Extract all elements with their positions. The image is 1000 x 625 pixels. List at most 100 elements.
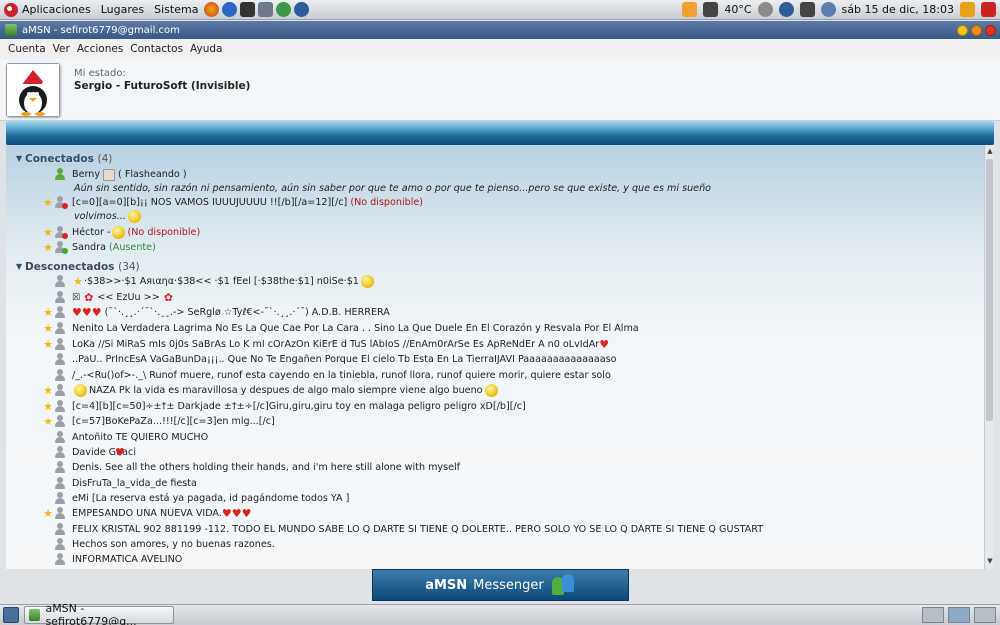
box-icon: ☒ <box>72 292 81 303</box>
decorative-blue-bar <box>6 121 994 145</box>
contact-row[interactable]: Hechos son amores, y no buenas razones. <box>54 537 275 552</box>
network-signal-icon[interactable] <box>799 2 815 17</box>
menu-acciones[interactable]: Acciones <box>77 43 123 55</box>
messenger-launcher-icon[interactable] <box>276 2 292 17</box>
smiley-icon <box>484 384 498 397</box>
contact-row[interactable]: ★ EMPESANDO UNA NUEVA VIDA. ♥♥♥ <box>42 506 251 521</box>
penguin-santa-icon <box>7 64 59 116</box>
contact-row[interactable]: ★ [c=57]BoKePaZa...!!![/c][c=3]en mlg...… <box>42 414 275 429</box>
contact-row[interactable]: ★ ·$38>>·$1 Aяιαηα·$38<< ·$1 fEel [·$38t… <box>54 274 376 289</box>
contact-name: (¯`·.¸¸.·´¯`·.¸¸.-> SeRglø ☆Tyℓ€<-¯`·.¸¸… <box>104 307 390 318</box>
contact-row[interactable]: Antoñito TE QUIERO MUCHO <box>54 430 208 445</box>
volume-icon[interactable] <box>820 2 836 17</box>
star-icon: ★ <box>43 226 53 239</box>
group-header-conectados[interactable]: ▼ Conectados (4) <box>16 151 112 166</box>
offline-buddy-icon <box>54 446 66 459</box>
contact-name: ..PaU.. PrIncEsA VaGaBunDa¡¡¡.. Que No T… <box>72 354 617 365</box>
contact-psm: volvimos... <box>74 211 126 222</box>
clock[interactable]: sáb 15 de dic, 18:03 <box>842 3 954 16</box>
workspace-2[interactable] <box>948 607 970 623</box>
offline-buddy-icon <box>54 369 66 382</box>
own-nick-status[interactable]: Sergio - FuturoSoft (Invisible) <box>74 80 250 92</box>
contact-row[interactable]: /_.-<Ru()of>-._\ Runof muere, runof esta… <box>54 368 611 383</box>
firefox-launcher-icon[interactable] <box>204 2 220 17</box>
contact-row[interactable]: Berny ( Flasheando ) <box>54 167 187 182</box>
star-icon: ★ <box>43 306 53 319</box>
sunglasses-smiley-icon <box>360 275 374 288</box>
menubar: Cuenta Ver Acciones Contactos Ayuda <box>0 39 1000 59</box>
contact-row[interactable]: ★ Nenito La Verdadera Lagrima No Es La Q… <box>42 321 639 336</box>
menu-lugares[interactable]: Lugares <box>101 3 144 16</box>
scroll-thumb[interactable] <box>986 159 993 421</box>
group-header-desconectados[interactable]: ▼ Desconectados (34) <box>16 259 140 274</box>
help-launcher-icon[interactable] <box>222 2 238 17</box>
maximize-button[interactable] <box>971 24 982 36</box>
close-button[interactable] <box>985 24 996 36</box>
menu-sistema[interactable]: Sistema <box>154 3 198 16</box>
contact-row[interactable]: Denis. See all the others holding their … <box>54 460 460 475</box>
offline-buddy-icon <box>54 431 66 444</box>
contact-name: EMPESANDO UNA NUEVA VIDA. <box>72 508 222 519</box>
star-icon: ★ <box>43 241 53 254</box>
contact-row[interactable]: ★ LoKa //Si MiRaS mIs 0j0s SaBrAs Lo K m… <box>42 337 609 352</box>
logout-icon[interactable] <box>981 2 996 17</box>
menu-ayuda[interactable]: Ayuda <box>190 43 222 55</box>
heart-icon: ♥♥♥ <box>221 507 252 520</box>
contact-row[interactable]: ☒ ✿ << EzUu >> ✿ <box>54 290 173 305</box>
amsn-banner[interactable]: aMSN Messenger <box>372 569 629 601</box>
terminal-launcher-icon[interactable] <box>240 2 256 17</box>
contact-name: INFORMATICA AVELINO <box>72 554 183 565</box>
taskbar-task-amsn[interactable]: aMSN - sefirot6779@g... <box>24 602 174 625</box>
star-icon: ★ <box>43 415 53 428</box>
contact-row[interactable]: ★ Héctor - (No disponible) <box>42 225 200 240</box>
workspace-3[interactable] <box>974 607 996 623</box>
cpu-temp-icon <box>703 2 719 17</box>
contact-row[interactable]: ★ Sandra (Ausente) <box>42 240 156 255</box>
mail-launcher-icon[interactable] <box>258 2 274 17</box>
offline-buddy-icon <box>54 415 66 428</box>
contact-name: Davide Guaci <box>72 447 136 458</box>
contact-list-scrollbar[interactable]: ▲ ▼ <box>984 145 994 569</box>
scroll-up-arrow-icon[interactable]: ▲ <box>985 147 995 157</box>
contact-row[interactable]: Davide Guaci ♥ <box>54 445 136 460</box>
contact-row[interactable]: INFORMATICA AVELINO <box>54 552 182 567</box>
contact-name: Nenito La Verdadera Lagrima No Es La Que… <box>72 323 639 334</box>
contact-row[interactable]: eMi [La reserva está ya pagada, id pagán… <box>54 491 349 506</box>
minimize-button[interactable] <box>957 24 968 36</box>
bottom-panel: aMSN - sefirot6779@g... <box>0 602 1000 625</box>
contact-row[interactable]: DisFruTa_la_vida_de fiesta <box>54 476 197 491</box>
menu-ver[interactable]: Ver <box>53 43 70 55</box>
weather-icon[interactable] <box>682 2 698 17</box>
contact-status: (No disponible) <box>127 227 201 238</box>
contact-row[interactable]: ★ ♥♥♥ (¯`·.¸¸.·´¯`·.¸¸.-> SeRglø ☆Tyℓ€<-… <box>42 305 390 320</box>
offline-buddy-icon <box>54 523 66 536</box>
busy-buddy-icon <box>54 226 68 239</box>
scroll-down-arrow-icon[interactable]: ▼ <box>985 557 995 567</box>
contact-row[interactable]: ..PaU.. PrIncEsA VaGaBunDa¡¡¡.. Que No T… <box>54 352 616 367</box>
workspace-1[interactable] <box>922 607 944 623</box>
contact-row[interactable]: ★ NAZA Pk la vida es maravillosa y despu… <box>42 383 500 398</box>
star-icon: ★ <box>43 338 53 351</box>
offline-buddy-icon <box>54 461 66 474</box>
menu-cuenta[interactable]: Cuenta <box>8 43 46 55</box>
offline-buddy-icon <box>54 291 66 304</box>
lock-icon[interactable] <box>960 2 975 17</box>
offline-buddy-icon <box>54 306 66 319</box>
window-titlebar[interactable]: aMSN - sefirot6779@gmail.com <box>0 21 1000 39</box>
banner-product: Messenger <box>473 577 544 593</box>
avatar[interactable] <box>6 63 60 117</box>
user-icon[interactable] <box>757 2 773 17</box>
contact-status: (No disponible) <box>350 197 424 208</box>
smiley-icon <box>112 226 126 239</box>
contact-name: [c=4][b][c=50]÷±†± Darkjade ±†±÷[/c]Giru… <box>72 401 526 412</box>
menu-contactos[interactable]: Contactos <box>130 43 183 55</box>
menu-aplicaciones[interactable]: Aplicaciones <box>4 2 91 17</box>
contact-row[interactable]: ★ [c=0][a=0][b]¡¡ NOS VAMOS IUUUJUUUU !!… <box>42 195 423 210</box>
heart-icon: ♥♥♥ <box>72 306 102 319</box>
contact-row[interactable]: FELIX KRISTAL 902 881199 -112. TODO EL M… <box>54 522 763 537</box>
globe-launcher-icon[interactable] <box>294 2 310 17</box>
show-desktop-icon[interactable] <box>3 607 19 623</box>
contact-row[interactable]: ★ [c=4][b][c=50]÷±†± Darkjade ±†±÷[/c]Gi… <box>42 399 526 414</box>
update-icon[interactable] <box>778 2 794 17</box>
gnome-foot-icon <box>4 2 18 17</box>
